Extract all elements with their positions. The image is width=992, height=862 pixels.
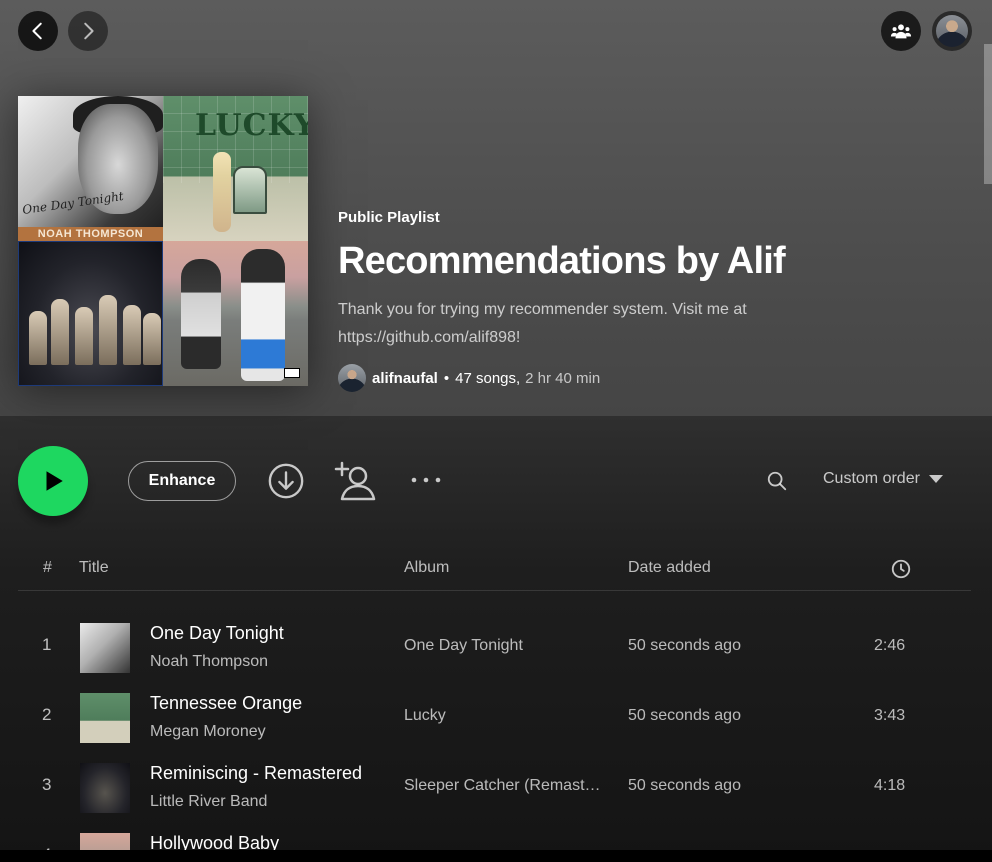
play-icon [46,471,63,491]
column-album[interactable]: Album [404,559,449,577]
playlist-meta: Public Playlist Recommendations by Alif … [338,209,808,392]
owner-name-link[interactable]: alifnaufal [372,370,438,387]
friend-activity-button[interactable] [881,11,921,51]
column-number: # [43,559,52,576]
track-album-link[interactable]: Sleeper Catcher (Remastered) [404,777,608,795]
track-artist-link[interactable]: Megan Moroney [150,723,266,741]
friends-icon [890,24,912,39]
playlist-duration: 2 hr 40 min [525,369,601,387]
forward-button[interactable] [68,11,108,51]
playlist-cover: One Day Tonight NOAH THOMPSON LUCKY [18,96,308,386]
cover-figure [75,307,93,365]
track-album-link[interactable]: Lucky [404,707,446,725]
song-count: 47 songs, [455,369,521,387]
track-number: 1 [42,635,52,654]
chevron-right-icon [84,22,94,40]
track-number: 3 [42,775,52,794]
cover-figure [51,299,69,365]
cover-figure [123,305,141,365]
scrollbar-thumb[interactable] [984,44,992,184]
table-row[interactable]: 2 Tennessee Orange Megan Moroney Lucky 5… [18,685,971,751]
avatar [936,15,968,47]
cover-figure [241,249,285,381]
sort-dropdown[interactable]: Custom order [823,470,944,488]
track-date-added: 50 seconds ago [628,637,741,654]
cover-artist-band: NOAH THOMPSON [18,227,163,241]
clock-icon[interactable] [890,558,912,580]
download-button[interactable] [266,461,306,501]
back-button[interactable] [18,11,58,51]
track-duration: 3:43 [874,707,906,724]
cover-figure [99,295,117,365]
track-thumbnail [80,763,130,813]
cover-figure [181,259,221,369]
track-title-link[interactable]: One Day Tonight [150,623,284,644]
sort-label: Custom order [823,470,920,487]
track-thumbnail [80,693,130,743]
cover-lucky-text: LUCKY [195,108,308,143]
caret-down-icon [928,475,943,483]
track-date-added: 50 seconds ago [628,707,741,724]
track-album-link[interactable]: One Day Tonight [404,637,523,655]
cover-tile-sleeper-catcher [18,241,163,386]
track-artist-link[interactable]: Little River Band [150,793,267,811]
more-options-button[interactable] [406,470,446,490]
playlist-title: Recommendations by Alif [338,240,786,282]
track-title-link[interactable]: Tennessee Orange [150,693,302,714]
track-thumbnail [80,623,130,673]
cover-figure [143,313,161,365]
track-title-link[interactable]: Reminiscing - Remastered [150,763,362,784]
playlist-owner-row: alifnaufal • 47 songs, 2 hr 40 min [338,364,808,392]
cover-figure [29,311,47,365]
column-date-added[interactable]: Date added [628,559,711,577]
top-right-actions [881,11,972,51]
meta-separator: • [443,369,450,387]
table-row[interactable]: 1 One Day Tonight Noah Thompson One Day … [18,615,971,681]
track-date-added: 50 seconds ago [628,777,741,794]
cover-tile-hollywood-baby [163,241,308,386]
play-button[interactable] [18,446,88,516]
search-in-playlist-button[interactable] [764,468,790,494]
cover-tile-one-day-tonight: One Day Tonight NOAH THOMPSON [18,96,163,241]
parental-advisory-logo [284,368,300,378]
owner-avatar [338,364,366,392]
profile-button[interactable] [932,11,972,51]
more-icon [411,477,441,483]
track-number: 2 [42,705,52,724]
column-title[interactable]: Title [79,559,109,577]
download-icon [268,463,304,499]
table-row[interactable]: 3 Reminiscing - Remastered Little River … [18,755,971,821]
search-icon [767,471,787,491]
invite-collaborator-button[interactable] [334,459,378,503]
add-user-icon [334,461,376,501]
cover-jukebox-shape [233,166,267,214]
playlist-type-label: Public Playlist [338,209,440,226]
cover-person-shape [213,152,231,232]
chevron-left-icon [32,22,42,40]
playlist-description: Thank you for trying my recommender syst… [338,301,747,346]
track-duration: 2:46 [874,637,906,654]
tracklist-header: # Title Album Date added [18,553,971,591]
cover-tile-lucky: LUCKY [163,96,308,241]
track-artist-link[interactable]: Noah Thompson [150,653,268,671]
enhance-button[interactable]: Enhance [128,461,236,501]
track-duration: 4:18 [874,777,906,794]
bottom-edge [0,850,992,862]
